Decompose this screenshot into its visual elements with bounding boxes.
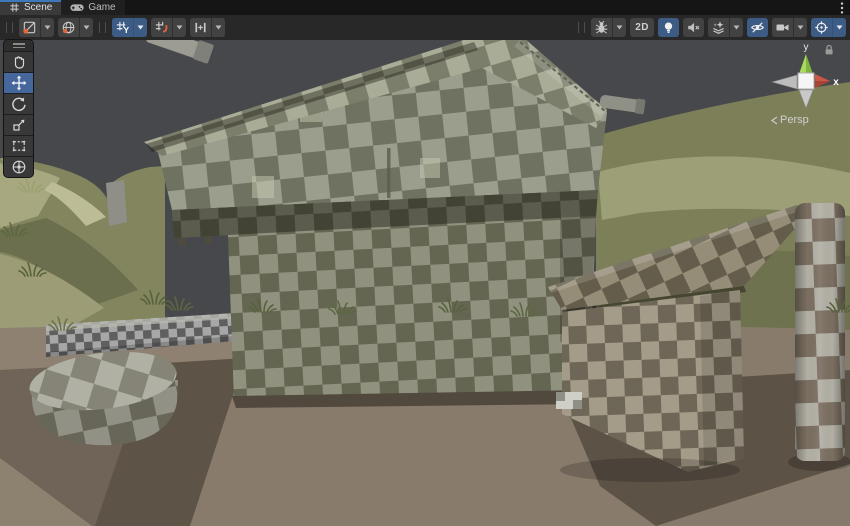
increment-snap-icon	[193, 20, 208, 35]
draw-mode-icon	[22, 20, 37, 35]
tab-bar: Scene Game	[0, 0, 850, 15]
small-box[interactable]	[556, 392, 582, 409]
lightbulb-icon	[661, 20, 676, 35]
chevron-left-icon	[770, 116, 778, 125]
dropdown-caret[interactable]	[79, 18, 93, 37]
rect-tool-icon	[11, 138, 27, 154]
grid-snapping-button[interactable]	[151, 18, 186, 37]
move-tool-button[interactable]	[4, 73, 33, 94]
chevron-down-icon	[176, 25, 183, 30]
chevron-down-icon	[83, 25, 90, 30]
gamepad-icon	[70, 2, 84, 13]
camera-settings-button[interactable]	[772, 18, 807, 37]
overlay-drag-handle[interactable]	[99, 22, 106, 33]
projection-toggle[interactable]: Persp	[770, 114, 809, 126]
chevron-down-icon	[733, 25, 740, 30]
hand-icon	[11, 54, 27, 70]
overlay-drag-handle[interactable]	[578, 22, 585, 33]
debug-mode-button[interactable]	[591, 18, 626, 37]
chevron-down-icon	[797, 25, 804, 30]
rotate-icon	[11, 96, 27, 112]
grid-icon	[9, 2, 20, 13]
wall-pipe	[387, 148, 391, 198]
tab-scene[interactable]: Scene	[0, 0, 61, 15]
speaker-muted-icon	[686, 20, 701, 35]
increment-snap-button[interactable]	[190, 18, 225, 37]
dropdown-caret[interactable]	[133, 18, 147, 37]
rotate-tool-button[interactable]	[4, 94, 33, 115]
rect-tool-button[interactable]	[4, 136, 33, 157]
view-tool-button[interactable]	[4, 52, 33, 73]
draw-mode-button[interactable]	[19, 18, 54, 37]
chevron-down-icon	[44, 25, 51, 30]
neg-x-axis-cone[interactable]	[772, 75, 797, 89]
grid-y-icon: Y	[115, 20, 130, 35]
camera-icon	[775, 20, 790, 35]
tools-overlay-handle[interactable]	[4, 40, 33, 52]
window-menu-button[interactable]	[834, 0, 850, 15]
lock-icon[interactable]	[824, 44, 835, 56]
snap-grid-icon	[154, 20, 169, 35]
2d-view-label: 2D	[630, 22, 654, 33]
hills-left[interactable]	[0, 158, 165, 340]
scene-view-effects-button[interactable]	[58, 18, 93, 37]
dropdown-caret[interactable]	[832, 18, 846, 37]
tab-bar-spacer	[125, 0, 834, 15]
projection-label: Persp	[780, 114, 809, 126]
gizmo-center-cube[interactable]	[798, 73, 814, 89]
svg-text:Y: Y	[123, 25, 129, 35]
tab-game[interactable]: Game	[61, 0, 124, 15]
grid-visibility-button[interactable]: Y	[112, 18, 147, 37]
gizmos-icon	[814, 20, 829, 35]
scene-lighting-button[interactable]	[658, 18, 679, 37]
unity-scene-view-window: Scene Game	[0, 0, 850, 526]
scene-visibility-button[interactable]	[747, 18, 768, 37]
tab-game-label: Game	[88, 0, 115, 15]
effects-button[interactable]	[708, 18, 743, 37]
transform-tool-button[interactable]	[4, 157, 33, 177]
dropdown-caret[interactable]	[793, 18, 807, 37]
scene-controls-group: 2D	[576, 18, 846, 37]
transform-icon	[11, 159, 27, 175]
neg-y-axis-cone[interactable]	[799, 90, 813, 108]
audio-toggle-button[interactable]	[683, 18, 704, 37]
scene-view-toolbar: Y	[0, 15, 850, 41]
effects-icon	[711, 20, 726, 35]
scene-canvas[interactable]	[0, 40, 850, 526]
chevron-down-icon	[616, 25, 623, 30]
overlay-drag-handle[interactable]	[6, 22, 13, 33]
scene-viewport[interactable]: y x Persp	[0, 40, 850, 526]
chevron-down-icon	[137, 25, 144, 30]
y-axis-label: y	[804, 42, 809, 53]
kebab-menu-icon	[840, 2, 844, 14]
move-icon	[11, 75, 27, 91]
bug-icon	[594, 20, 609, 35]
dropdown-caret[interactable]	[172, 18, 186, 37]
eye-hidden-icon	[750, 20, 765, 35]
dropdown-caret[interactable]	[211, 18, 225, 37]
dropdown-caret[interactable]	[729, 18, 743, 37]
y-axis-cone[interactable]	[799, 54, 806, 74]
gizmos-button[interactable]	[811, 18, 846, 37]
orientation-gizmo: y x Persp	[752, 40, 844, 134]
chevron-down-icon	[215, 25, 222, 30]
globe-icon	[61, 20, 76, 35]
dropdown-caret[interactable]	[40, 18, 54, 37]
tools-overlay	[3, 39, 34, 178]
2d-view-button[interactable]: 2D	[630, 18, 654, 37]
tab-scene-label: Scene	[24, 0, 52, 15]
dropdown-caret[interactable]	[612, 18, 626, 37]
scale-icon	[11, 117, 27, 133]
column[interactable]	[788, 203, 850, 471]
scale-tool-button[interactable]	[4, 115, 33, 136]
x-axis-label: x	[833, 77, 839, 88]
chevron-down-icon	[836, 25, 843, 30]
